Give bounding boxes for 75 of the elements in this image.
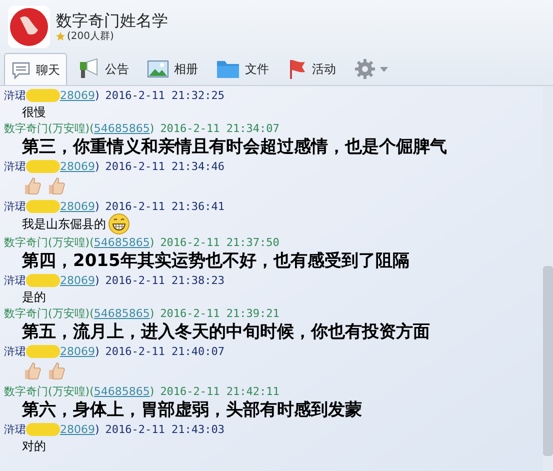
user-id-link[interactable]: 28069 xyxy=(60,346,95,356)
timestamp: 2016-2-11 21:34:46 xyxy=(105,160,225,172)
grinning-face-icon xyxy=(108,213,130,235)
user-id-link[interactable]: 28069 xyxy=(60,160,95,172)
sender-name: 数字奇门(万安喤) xyxy=(4,308,90,318)
sender-name: 浒珺 xyxy=(4,200,26,212)
group-name: 数字奇门姓名学 xyxy=(56,12,168,28)
settings-icon xyxy=(354,58,376,80)
paren-text: ( xyxy=(90,308,94,318)
paren-text: ) xyxy=(95,346,100,356)
thumbs-up-icon xyxy=(22,361,42,381)
message-text: 第六，身体上，胃部虚弱，头部有时感到发蒙 xyxy=(22,402,362,418)
message-text: 第五，流月上，进入冬天的中旬时候，你也有投资方面 xyxy=(22,324,430,340)
message-text: 我是山东倔县的 xyxy=(22,218,106,230)
scrollbar-thumb[interactable] xyxy=(543,266,553,456)
thumbs-up-icon xyxy=(46,176,66,196)
message-text: 对的 xyxy=(22,440,46,452)
user-id-link[interactable]: 54685865 xyxy=(94,386,150,396)
tab[interactable]: 相册 xyxy=(140,53,205,85)
paren-text: ) xyxy=(150,386,154,396)
paren-text: ( xyxy=(90,122,94,134)
message-text: 是的 xyxy=(22,290,46,302)
user-id-link[interactable]: 54685865 xyxy=(94,236,150,248)
timestamp: 2016-2-11 21:39:21 xyxy=(160,308,280,318)
timestamp: 2016-2-11 21:32:25 xyxy=(105,90,225,100)
user-id-link[interactable]: 54685865 xyxy=(94,122,150,134)
paren-text: ) xyxy=(95,90,100,100)
sender-name: 数字奇门(万安喤) xyxy=(4,236,90,248)
user-id-link[interactable]: 54685865 xyxy=(94,308,150,318)
message-text: 很慢 xyxy=(22,106,46,118)
chat-bubble-icon xyxy=(11,60,31,80)
paren-text: ) xyxy=(95,160,100,172)
paren-text: ( xyxy=(90,236,94,248)
message-text: 第三，你重情义和亲情且有时会超过感情，也是个倔脾气 xyxy=(22,138,447,156)
sender-name: 浒珺 xyxy=(4,274,26,286)
timestamp: 2016-2-11 21:36:41 xyxy=(105,200,225,212)
caret-icon xyxy=(380,66,388,72)
folder-icon xyxy=(216,59,240,79)
sender-name: 浒珺 xyxy=(4,160,26,172)
megaphone-icon xyxy=(78,58,100,80)
sender-name: 浒珺 xyxy=(4,346,26,356)
tab[interactable]: 公告 xyxy=(71,53,136,85)
paren-text: ) xyxy=(150,122,154,134)
tab[interactable]: 聊天 xyxy=(4,53,67,85)
paren-text: ( xyxy=(90,386,94,396)
sender-name: 浒珺 xyxy=(4,90,26,100)
timestamp: 2016-2-11 21:34:07 xyxy=(160,122,280,134)
timestamp: 2016-2-11 21:37:50 xyxy=(160,236,280,248)
timestamp: 2016-2-11 21:43:03 xyxy=(105,424,225,434)
star-icon xyxy=(56,32,65,41)
paren-text: ) xyxy=(150,308,154,318)
thumbs-up-icon xyxy=(22,176,42,196)
photo-icon xyxy=(147,60,169,78)
sender-name: 数字奇门(万安喤) xyxy=(4,386,90,396)
thumbs-up-icon xyxy=(46,361,66,381)
paren-text: ) xyxy=(150,236,154,248)
timestamp: 2016-2-11 21:42:11 xyxy=(160,386,280,396)
paren-text: ) xyxy=(95,274,100,286)
sender-name: 浒珺 xyxy=(4,424,26,434)
user-id-link[interactable]: 28069 xyxy=(60,90,95,100)
scrollbar[interactable] xyxy=(543,86,553,471)
timestamp: 2016-2-11 21:40:07 xyxy=(105,346,225,356)
flag-icon xyxy=(287,58,307,80)
user-id-link[interactable]: 28069 xyxy=(60,274,95,286)
user-id-link[interactable]: 28069 xyxy=(60,424,95,434)
tab[interactable]: 活动 xyxy=(280,53,343,85)
member-count: (200人群) xyxy=(67,32,114,42)
group-avatar-icon xyxy=(8,6,50,48)
user-id-link[interactable]: 28069 xyxy=(60,200,95,212)
paren-text: ) xyxy=(95,200,100,212)
timestamp: 2016-2-11 21:38:23 xyxy=(105,274,225,286)
message-text: 第四，2015年其实运势也不好，也有感受到了阻隔 xyxy=(22,252,410,270)
sender-name: 数字奇门(万安喤) xyxy=(4,122,90,134)
paren-text: ) xyxy=(95,424,100,434)
tab[interactable]: 文件 xyxy=(209,53,276,85)
